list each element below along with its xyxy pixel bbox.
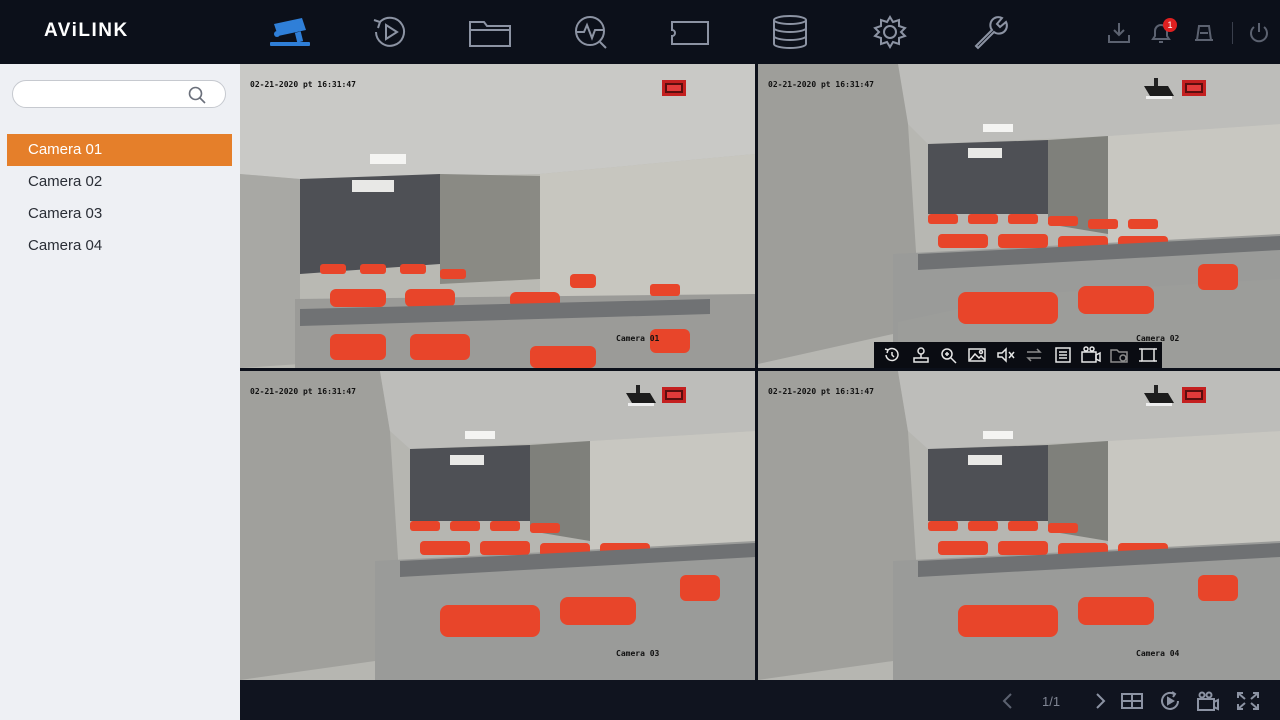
camera-name-osd: Camera 04 bbox=[1136, 649, 1180, 658]
page-indicator: 1/1 bbox=[1042, 694, 1061, 709]
nav-file-management[interactable] bbox=[468, 12, 512, 52]
power-icon bbox=[1250, 23, 1268, 43]
recording-status-icon bbox=[1182, 80, 1206, 96]
file-folder-icon bbox=[469, 21, 511, 47]
playback-icon bbox=[373, 16, 405, 47]
next-page-button[interactable] bbox=[1088, 690, 1112, 712]
sequence-button[interactable] bbox=[1158, 690, 1182, 712]
settings-gear-icon bbox=[873, 15, 907, 49]
nav-storage[interactable] bbox=[768, 12, 812, 52]
camera-timestamp-osd: 02-21-2020 pt 16:31:47 bbox=[768, 80, 874, 89]
smart-analytics-icon bbox=[575, 16, 607, 49]
camera-search-box[interactable] bbox=[12, 80, 226, 108]
video-tile-camera-03[interactable]: 02-21-2020 pt 16:31:47 Camera 03 bbox=[240, 371, 755, 680]
recording-status-icon bbox=[662, 80, 686, 96]
recording-status-icon bbox=[1182, 387, 1206, 403]
camera-feed-image bbox=[240, 64, 755, 368]
fullscreen-button[interactable] bbox=[1236, 690, 1260, 712]
snapshot-button[interactable] bbox=[1105, 344, 1133, 366]
instant-playback-button[interactable] bbox=[878, 344, 906, 366]
top-navigation-bar: AViLINK 1 bbox=[0, 0, 1280, 64]
camera-list-item-04[interactable]: Camera 04 bbox=[7, 230, 232, 262]
ptz-control-icon bbox=[912, 347, 929, 363]
nav-settings[interactable] bbox=[868, 12, 912, 52]
live-view-camera-icon bbox=[270, 18, 310, 46]
digital-zoom-icon bbox=[941, 348, 957, 364]
brand-logo: AViLINK bbox=[44, 20, 129, 41]
switch-stream-icon bbox=[1026, 348, 1043, 362]
download-icon bbox=[1108, 23, 1130, 43]
nvr-live-view: AViLINK 1 Camera 01 Camera 02 Camera 03 … bbox=[0, 0, 1280, 720]
prev-page-icon bbox=[1002, 693, 1012, 709]
switch-stream-button[interactable] bbox=[1020, 344, 1048, 366]
camera-name-osd: Camera 03 bbox=[616, 649, 660, 658]
manual-record-button[interactable] bbox=[1077, 344, 1105, 366]
maintenance-wrench-icon bbox=[974, 16, 1008, 50]
nav-tag[interactable] bbox=[668, 12, 712, 52]
layout-button[interactable] bbox=[1120, 690, 1144, 712]
tag-icon bbox=[671, 21, 709, 45]
projector-device-icon bbox=[1144, 78, 1174, 99]
camera-timestamp-osd: 02-21-2020 pt 16:31:47 bbox=[250, 80, 356, 89]
next-page-icon bbox=[1096, 693, 1106, 709]
video-tile-camera-04[interactable]: 02-21-2020 pt 16:31:47 Camera 04 bbox=[758, 371, 1280, 680]
digital-zoom-button[interactable] bbox=[935, 344, 963, 366]
camera-feed-image bbox=[240, 371, 755, 680]
camera-timestamp-osd: 02-21-2020 pt 16:31:47 bbox=[768, 387, 874, 396]
bottom-control-bar: 1/1 bbox=[240, 680, 1280, 720]
projector-device-icon bbox=[626, 385, 656, 406]
instant-playback-icon bbox=[884, 347, 899, 362]
camera-timestamp-osd: 02-21-2020 pt 16:31:47 bbox=[250, 387, 356, 396]
alarm-count-badge: 1 bbox=[1163, 18, 1177, 32]
fullscreen-expand-icon bbox=[1237, 692, 1259, 710]
video-tile-camera-01[interactable]: 02-21-2020 pt 16:31:47 Camera 01 bbox=[240, 64, 755, 368]
nav-smart-analysis[interactable] bbox=[568, 12, 612, 52]
download-button[interactable] bbox=[1105, 20, 1133, 46]
record-all-button[interactable] bbox=[1196, 690, 1220, 712]
projector-device-icon bbox=[1144, 385, 1174, 406]
nav-maintenance[interactable] bbox=[968, 12, 1012, 52]
notification-button[interactable] bbox=[1190, 20, 1218, 46]
image-settings-button[interactable] bbox=[963, 344, 991, 366]
camera-feed-image bbox=[758, 371, 1280, 680]
power-button[interactable] bbox=[1245, 20, 1273, 46]
ptz-button[interactable] bbox=[906, 344, 934, 366]
storage-database-icon bbox=[773, 15, 807, 49]
prev-page-button[interactable] bbox=[996, 690, 1020, 712]
record-all-icon bbox=[1197, 691, 1219, 711]
camera-list-item-01[interactable]: Camera 01 bbox=[7, 134, 232, 166]
recording-status-icon bbox=[662, 387, 686, 403]
camera-feed-image bbox=[758, 64, 1280, 368]
audio-icon bbox=[997, 347, 1015, 363]
video-grid: 02-21-2020 pt 16:31:47 Camera 01 02-21-2… bbox=[240, 64, 1280, 680]
sequence-refresh-icon bbox=[1161, 691, 1179, 710]
camera-name-osd: Camera 01 bbox=[616, 334, 660, 343]
topbar-divider bbox=[1232, 22, 1233, 44]
snapshot-icon bbox=[1110, 349, 1129, 363]
nav-live-view[interactable] bbox=[268, 12, 312, 52]
image-settings-icon bbox=[968, 348, 987, 362]
notification-icon bbox=[1195, 25, 1213, 41]
fullscreen-icon bbox=[1138, 348, 1157, 362]
nav-playback[interactable] bbox=[368, 12, 412, 52]
video-tile-camera-02[interactable]: 02-21-2020 pt 16:31:47 Camera 02 bbox=[758, 64, 1280, 368]
manual-record-icon bbox=[1081, 346, 1101, 363]
info-icon bbox=[1054, 347, 1071, 363]
camera-list-item-03[interactable]: Camera 03 bbox=[7, 198, 232, 230]
camera-sidebar: Camera 01 Camera 02 Camera 03 Camera 04 bbox=[0, 64, 240, 720]
search-icon[interactable] bbox=[187, 85, 207, 105]
camera-list-item-02[interactable]: Camera 02 bbox=[7, 166, 232, 198]
layout-grid-icon bbox=[1121, 693, 1143, 709]
camera-search-input[interactable] bbox=[23, 85, 183, 103]
fullscreen-tile-button[interactable] bbox=[1134, 344, 1162, 366]
alarm-button[interactable]: 1 bbox=[1147, 18, 1177, 46]
audio-button[interactable] bbox=[992, 344, 1020, 366]
camera-quick-toolbar bbox=[874, 342, 1162, 368]
info-button[interactable] bbox=[1048, 344, 1076, 366]
camera-list: Camera 01 Camera 02 Camera 03 Camera 04 bbox=[7, 134, 232, 262]
